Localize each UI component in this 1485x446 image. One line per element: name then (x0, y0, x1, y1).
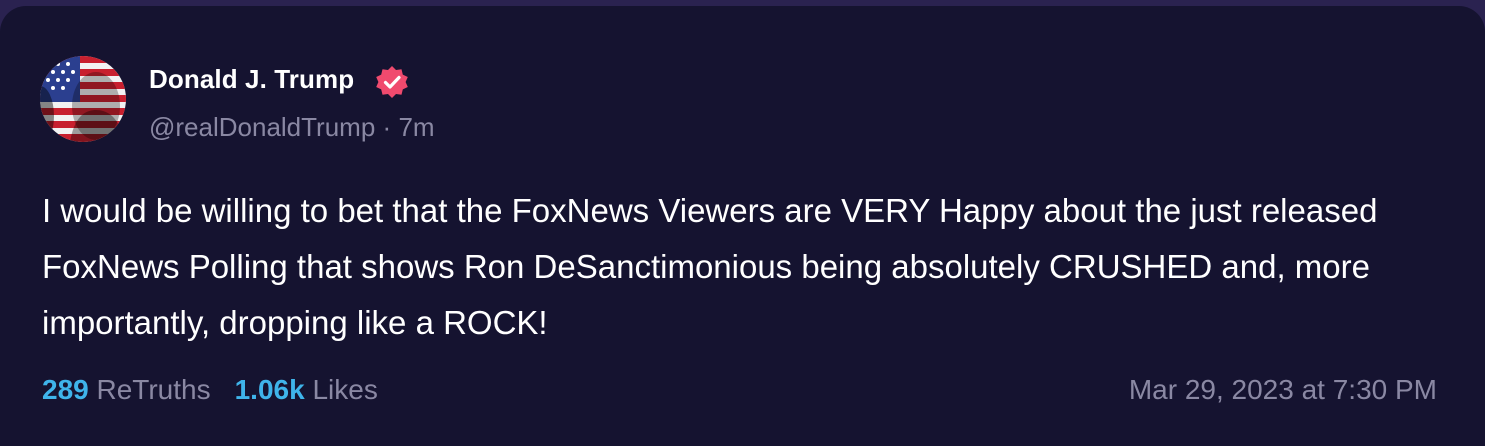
meta-separator: · (382, 112, 392, 142)
post-stats: 289 ReTruths 1.06k Likes (42, 374, 378, 406)
verified-badge-icon (374, 64, 410, 100)
post-age[interactable]: 7m (398, 112, 434, 142)
retruths-count: 289 (42, 374, 89, 405)
likes-stat[interactable]: 1.06k Likes (235, 374, 378, 405)
avatar[interactable] (40, 56, 126, 142)
post-body-text: I would be willing to bet that the FoxNe… (42, 192, 1378, 341)
avatar-flag-portrait-icon (40, 56, 126, 142)
post-timestamp[interactable]: Mar 29, 2023 at 7:30 PM (1129, 374, 1437, 406)
retruths-stat[interactable]: 289 ReTruths (42, 374, 211, 405)
author-handle-line: @realDonaldTrump · 7m (149, 112, 435, 143)
retruths-label: ReTruths (96, 374, 211, 405)
likes-label: Likes (312, 374, 378, 405)
author-display-name[interactable]: Donald J. Trump (149, 64, 354, 95)
likes-count: 1.06k (234, 374, 305, 405)
post-card[interactable]: Donald J. Trump @realDonaldTrump · 7m I … (0, 6, 1485, 446)
author-handle[interactable]: @realDonaldTrump (149, 112, 375, 142)
